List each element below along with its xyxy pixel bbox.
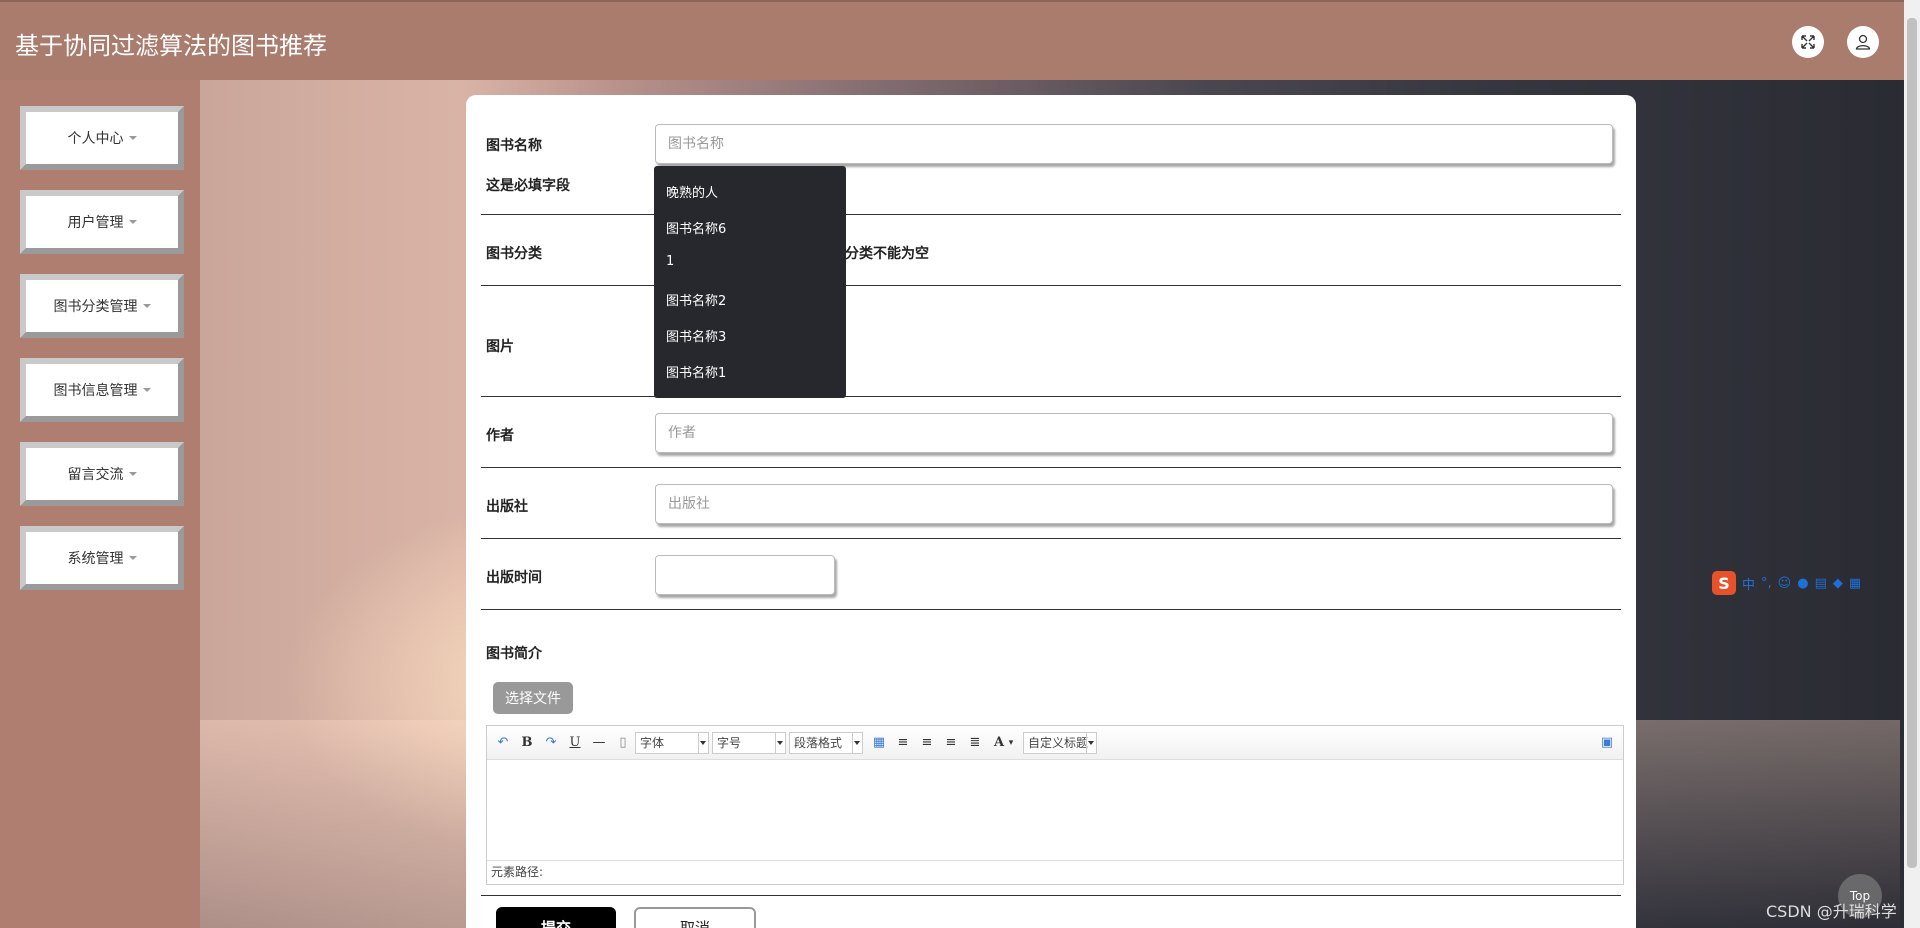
editor-status-bar: 元素路径:	[487, 860, 1623, 884]
fullscreen-editor-icon[interactable]: ▣	[1599, 735, 1615, 751]
underline-icon[interactable]: U	[567, 735, 583, 751]
cancel-button[interactable]: 取消	[634, 907, 756, 928]
table-icon[interactable]: ▦	[871, 735, 887, 751]
keyboard-icon[interactable]: ▤	[1815, 576, 1827, 591]
watermark: CSDN @升瑞科学	[1766, 902, 1897, 921]
emoji-icon[interactable]: ☺	[1778, 576, 1792, 591]
sidebar-item-messages[interactable]: 留言交流	[20, 442, 184, 506]
page-icon[interactable]: ▯	[615, 735, 631, 751]
app-title: 基于协同过滤算法的图书推荐	[15, 32, 327, 60]
microphone-icon[interactable]: ●	[1797, 576, 1808, 591]
autocomplete-option[interactable]: 1	[666, 254, 674, 269]
ime-toolbar[interactable]: S 中 °, ☺ ● ▤ ◆ ▦	[1712, 570, 1904, 596]
required-note: 这是必填字段	[486, 178, 570, 194]
sidebar-item-category-management[interactable]: 图书分类管理	[20, 274, 184, 338]
book-name-input[interactable]	[655, 124, 1613, 164]
align-right-icon[interactable]: ≡	[919, 735, 935, 751]
publish-date-input[interactable]	[655, 555, 835, 595]
autocomplete-option[interactable]: 图书名称6	[666, 218, 726, 237]
align-justify-icon[interactable]: ≣	[967, 735, 983, 751]
form-row-publish-date: 出版时间	[481, 539, 1621, 610]
ime-mode[interactable]: 中	[1742, 574, 1755, 593]
font-select[interactable]: 字体	[635, 732, 709, 754]
autocomplete-option[interactable]: 图书名称3	[666, 326, 726, 345]
sidebar-item-book-management[interactable]: 图书信息管理	[20, 358, 184, 422]
horizontal-rule-icon[interactable]: —	[591, 735, 607, 751]
autocomplete-option[interactable]: 晚熟的人	[666, 182, 718, 201]
choose-file-button[interactable]: 选择文件	[493, 682, 573, 714]
form-row-image: 图片	[481, 286, 1621, 397]
author-label: 作者	[486, 428, 514, 444]
custom-title-select[interactable]: 自定义标题	[1023, 732, 1097, 754]
font-color-dropdown-icon[interactable]: ▾	[1003, 735, 1019, 751]
image-label: 图片	[486, 339, 514, 355]
scrollbar-thumb[interactable]	[1907, 18, 1917, 868]
publisher-label: 出版社	[486, 499, 528, 515]
fullscreen-icon[interactable]	[1792, 26, 1824, 58]
caret-down-icon	[142, 304, 151, 308]
form-panel: 图书名称 这是必填字段 图书分类 分类不能为空 图片 作者 出版社 出版时间 图…	[466, 95, 1636, 928]
dropdown-arrow-icon	[1088, 741, 1094, 745]
caret-down-icon	[128, 220, 137, 224]
publisher-input[interactable]	[655, 484, 1613, 524]
user-icon[interactable]	[1847, 26, 1879, 58]
category-label: 图书分类	[486, 246, 542, 262]
redo-icon[interactable]: ↷	[543, 735, 559, 751]
caret-down-icon	[128, 136, 137, 140]
book-name-label: 图书名称	[486, 138, 542, 154]
paragraph-format-select[interactable]: 段落格式	[789, 732, 863, 754]
publish-date-label: 出版时间	[486, 570, 542, 586]
autocomplete-option[interactable]: 图书名称2	[666, 290, 726, 309]
sidebar-item-system-management[interactable]: 系统管理	[20, 526, 184, 590]
font-size-select[interactable]: 字号	[712, 732, 786, 754]
caret-down-icon	[128, 472, 137, 476]
category-error: 分类不能为空	[845, 246, 929, 262]
sidebar-item-personal-center[interactable]: 个人中心	[20, 106, 184, 170]
punctuation-icon[interactable]: °,	[1761, 576, 1772, 591]
form-row-category: 图书分类 分类不能为空	[481, 215, 1621, 286]
dropdown-arrow-icon	[854, 741, 860, 745]
autocomplete-option[interactable]: 图书名称1	[666, 362, 726, 381]
sogou-logo-icon: S	[1712, 571, 1736, 595]
editor-toolbar: ↶ B ↷ U — ▯ 字体 字号 段落格式 ▦ ≡ ≡ ≡ ≣ A ▾ 自定义…	[487, 726, 1623, 760]
divider	[481, 895, 1621, 896]
dropdown-arrow-icon	[700, 741, 706, 745]
grid-icon[interactable]: ▦	[1849, 576, 1861, 591]
sidebar: 个人中心 用户管理 图书分类管理 图书信息管理 留言交流 系统管理	[0, 80, 200, 928]
dropdown-arrow-icon	[777, 741, 783, 745]
undo-icon[interactable]: ↶	[495, 735, 511, 751]
sidebar-item-user-management[interactable]: 用户管理	[20, 190, 184, 254]
author-input[interactable]	[655, 413, 1613, 453]
intro-label: 图书简介	[486, 646, 542, 662]
rich-text-editor: ↶ B ↷ U — ▯ 字体 字号 段落格式 ▦ ≡ ≡ ≡ ≣ A ▾ 自定义…	[486, 725, 1624, 885]
skin-icon[interactable]: ◆	[1833, 576, 1843, 591]
top-bar: 基于协同过滤算法的图书推荐	[0, 0, 1904, 80]
caret-down-icon	[142, 388, 151, 392]
bold-icon[interactable]: B	[519, 735, 535, 751]
caret-down-icon	[128, 556, 137, 560]
submit-button[interactable]: 提交	[496, 907, 616, 928]
form-row-author: 作者	[481, 397, 1621, 468]
autocomplete-dropdown: 晚熟的人 图书名称6 1 图书名称2 图书名称3 图书名称1	[654, 166, 846, 398]
align-center-icon[interactable]: ≡	[943, 735, 959, 751]
form-row-book-name: 图书名称 这是必填字段	[481, 95, 1621, 215]
align-left-icon[interactable]: ≡	[895, 735, 911, 751]
form-row-publisher: 出版社	[481, 468, 1621, 539]
